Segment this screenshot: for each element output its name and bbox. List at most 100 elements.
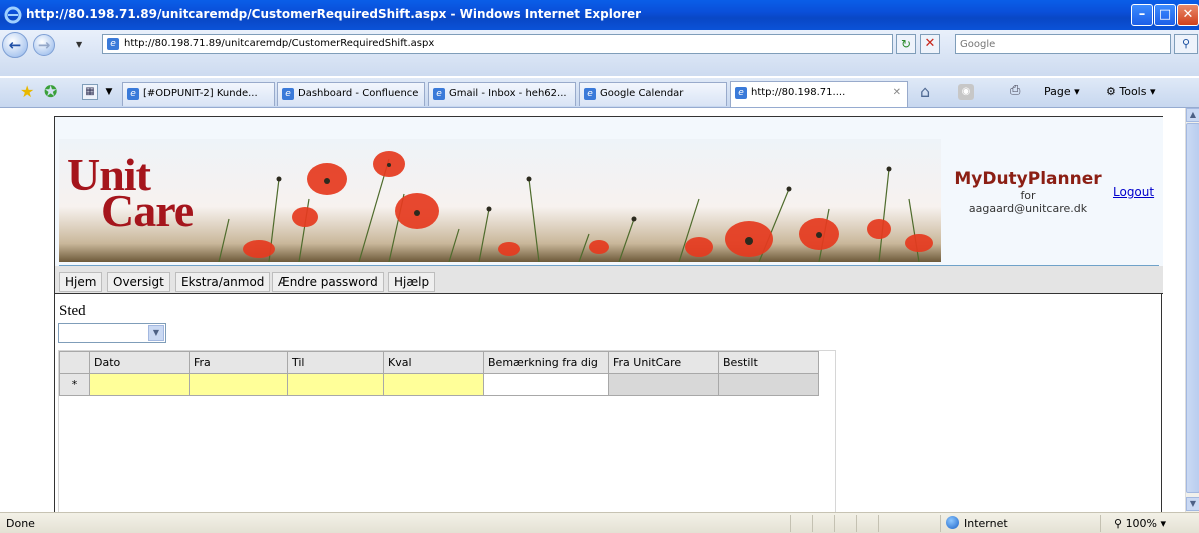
scroll-thumb[interactable] — [1186, 123, 1199, 493]
chevron-down-icon[interactable]: ▼ — [148, 325, 164, 341]
status-text: Done — [6, 517, 35, 530]
page-icon: e — [735, 87, 747, 99]
cell-fra[interactable] — [189, 373, 288, 396]
column-header-fra[interactable]: Fra — [189, 351, 288, 374]
column-header-kval[interactable]: Kval — [383, 351, 484, 374]
tab-bar: ★ ✪ ▦ ▼ e [#ODPUNIT-2] Kunde... e Dashbo… — [0, 78, 1199, 108]
column-header-til[interactable]: Til — [287, 351, 384, 374]
status-divider — [1100, 515, 1101, 532]
quick-tabs-icon[interactable]: ▦ — [82, 84, 98, 100]
title-bar: http://80.198.71.89/unitcaremdp/Customer… — [0, 0, 1199, 30]
tab-gmail[interactable]: e Gmail - Inbox - heh62... — [428, 82, 576, 106]
app-frame: Unit Care MyDutyPlanner for aagaard@unit… — [54, 116, 1163, 512]
menu-item-change-password[interactable]: Ændre password — [272, 272, 384, 292]
page-icon: e — [127, 88, 139, 100]
forward-button[interactable]: → — [33, 34, 55, 56]
url-field[interactable]: e http://80.198.71.89/unitcaremdp/Custom… — [102, 34, 987, 54]
tools-menu-button[interactable]: ⚙ Tools ▾ — [1106, 85, 1156, 98]
zoom-level[interactable]: ⚲ 100% ▾ — [1114, 517, 1166, 530]
cell-bestilt — [718, 373, 819, 396]
tab-list-dropdown-icon[interactable]: ▼ — [101, 84, 117, 100]
feeds-icon[interactable]: ◉ — [958, 84, 974, 100]
tab-label: http://80.198.71.... — [751, 87, 846, 98]
status-divider — [940, 515, 941, 532]
cell-bemaerkning[interactable] — [483, 373, 609, 396]
shift-grid: Dato Fra Til Kval Bemærkning fra dig Fra… — [58, 350, 836, 512]
zoom-icon: ⚲ — [1114, 517, 1123, 530]
page-icon: e — [282, 88, 294, 100]
page-content: Unit Care MyDutyPlanner for aagaard@unit… — [0, 108, 1185, 512]
status-divider — [790, 515, 791, 532]
internet-globe-icon — [946, 516, 959, 529]
page-icon: e — [584, 88, 596, 100]
status-divider — [812, 515, 813, 532]
cell-fra-unitcare — [608, 373, 719, 396]
address-bar: ← → ▼ e http://80.198.71.89/unitcaremdp/… — [0, 30, 1199, 76]
logout-link[interactable]: Logout — [1113, 185, 1154, 199]
browser-window: http://80.198.71.89/unitcaremdp/Customer… — [0, 0, 1199, 533]
home-icon[interactable]: ⌂ — [920, 82, 930, 101]
menu-item-help[interactable]: Hjælp — [388, 272, 436, 292]
for-label: for — [1020, 189, 1036, 202]
security-zone: Internet — [964, 517, 1008, 530]
menu-item-hjem[interactable]: Hjem — [59, 272, 103, 292]
user-email: aagaard@unitcare.dk — [968, 202, 1088, 215]
search-icon[interactable]: ⚲ — [1174, 34, 1198, 54]
zoom-value: 100% — [1125, 517, 1158, 530]
new-row-marker: * — [59, 373, 90, 396]
row-header-corner — [59, 351, 90, 374]
sted-select[interactable]: ▼ — [58, 323, 166, 343]
column-header-dato[interactable]: Dato — [89, 351, 190, 374]
scroll-down-icon[interactable]: ▼ — [1186, 497, 1199, 511]
recent-pages-dropdown-icon[interactable]: ▼ — [76, 40, 82, 49]
tab-odpunit[interactable]: e [#ODPUNIT-2] Kunde... — [122, 82, 275, 106]
close-button[interactable]: ✕ — [1177, 4, 1199, 26]
gear-icon: ⚙ — [1106, 85, 1116, 98]
search-field[interactable] — [955, 34, 1171, 54]
app-brand: MyDutyPlanner for aagaard@unitcare.dk — [945, 169, 1111, 215]
column-header-bestilt[interactable]: Bestilt — [718, 351, 819, 374]
tab-label: Gmail - Inbox - heh62... — [449, 88, 567, 99]
tab-google-calendar[interactable]: e Google Calendar — [579, 82, 727, 106]
minimize-button[interactable]: – — [1131, 4, 1153, 26]
column-header-fra-unitcare[interactable]: Fra UnitCare — [608, 351, 719, 374]
status-bar: Done Internet ⚲ 100% ▾ — [0, 512, 1199, 533]
refresh-button[interactable]: ↻ — [896, 34, 916, 54]
page-icon: e — [433, 88, 445, 100]
favorites-star-icon[interactable]: ★ — [20, 82, 34, 101]
poppy-banner: Unit Care — [59, 139, 941, 262]
page-menu-button[interactable]: Page ▾ — [1044, 85, 1080, 98]
page-icon: e — [107, 38, 119, 50]
tab-label: Dashboard - Confluence — [298, 88, 419, 99]
tab-current[interactable]: e http://80.198.71.... ✕ — [730, 81, 908, 107]
url-text: http://80.198.71.89/unitcaremdp/Customer… — [124, 38, 435, 49]
menu-item-oversigt[interactable]: Oversigt — [107, 272, 170, 292]
tab-label: Google Calendar — [600, 88, 684, 99]
cell-til[interactable] — [287, 373, 384, 396]
grid-header-row: Dato Fra Til Kval Bemærkning fra dig Fra… — [59, 351, 819, 374]
sted-label: Sted — [59, 303, 86, 319]
app-header: Unit Care MyDutyPlanner for aagaard@unit… — [55, 116, 1163, 266]
search-input[interactable] — [956, 35, 1166, 53]
ie-logo-icon — [4, 6, 22, 24]
tab-confluence[interactable]: e Dashboard - Confluence — [277, 82, 425, 106]
close-tab-icon[interactable]: ✕ — [893, 82, 901, 104]
menu-item-ekstra-anmod[interactable]: Ekstra/anmod — [175, 272, 271, 292]
scroll-up-icon[interactable]: ▲ — [1186, 108, 1199, 122]
vertical-scrollbar[interactable]: ▲ ▼ — [1185, 108, 1199, 512]
page-menu-label: Page — [1044, 85, 1071, 98]
back-button[interactable]: ← — [2, 32, 28, 58]
unitcare-logo: Unit Care — [67, 152, 194, 234]
logo-line-2: Care — [101, 185, 194, 236]
print-icon[interactable]: ⎙ — [1010, 83, 1020, 98]
tab-label: [#ODPUNIT-2] Kunde... — [143, 88, 258, 99]
app-title: MyDutyPlanner — [954, 169, 1102, 189]
cell-dato[interactable] — [89, 373, 190, 396]
add-favorite-icon[interactable]: ✪ — [44, 82, 57, 101]
window-title: http://80.198.71.89/unitcaremdp/Customer… — [26, 7, 642, 21]
status-divider — [878, 515, 879, 532]
stop-button[interactable]: ✕ — [920, 34, 940, 54]
maximize-button[interactable]: □ — [1154, 4, 1176, 26]
cell-kval[interactable] — [383, 373, 484, 396]
column-header-bemaerkning[interactable]: Bemærkning fra dig — [483, 351, 609, 374]
